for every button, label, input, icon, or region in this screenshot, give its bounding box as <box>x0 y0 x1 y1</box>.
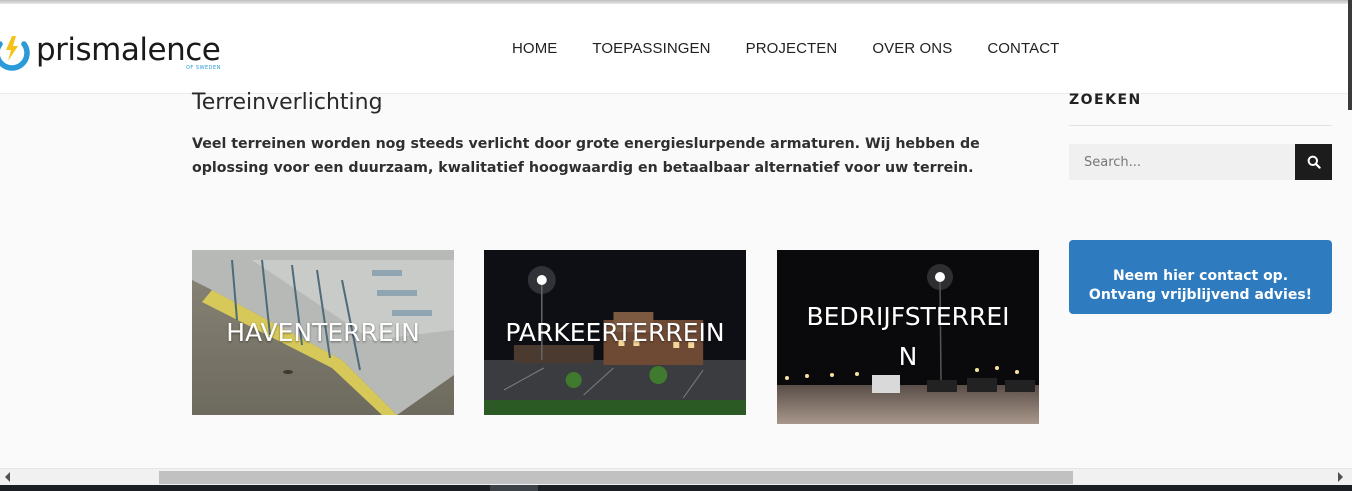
card-label: BEDRIJFSTERREIN <box>806 302 1010 371</box>
logo-tagline: OF SWEDEN <box>186 65 221 71</box>
browser-viewport: prismalence OF SWEDEN HOME TOEPASSINGEN … <box>0 0 1352 491</box>
taskbar-strip <box>0 485 1352 491</box>
prism-logo-icon <box>0 36 30 71</box>
site-logo-link[interactable]: prismalence OF SWEDEN <box>0 32 240 76</box>
card-label: HAVENTERREIN <box>226 317 420 347</box>
search-button[interactable] <box>1295 144 1332 180</box>
site-header: prismalence OF SWEDEN HOME TOEPASSINGEN … <box>0 4 1348 94</box>
arrow-right-icon[interactable] <box>1338 472 1343 482</box>
heading-divider <box>1069 125 1332 126</box>
nav-toepassingen[interactable]: TOEPASSINGEN <box>592 40 710 57</box>
window-right-edge <box>1348 0 1352 110</box>
magnifier-icon <box>1307 155 1321 169</box>
intro-text: Veel terreinen worden nog steeds verlich… <box>192 136 980 176</box>
nav-home[interactable]: HOME <box>512 40 557 57</box>
nav-over-ons[interactable]: OVER ONS <box>872 40 952 57</box>
taskbar-item <box>490 485 538 491</box>
card-bedrijfsterrein[interactable]: BEDRIJFSTERREIN <box>777 250 1039 424</box>
page-title: Terreinverlichting <box>192 90 383 115</box>
card-haventerrein[interactable]: HAVENTERREIN <box>192 250 454 415</box>
card-label: PARKEERTERREIN <box>505 317 725 347</box>
search-heading: ZOEKEN <box>1069 92 1142 108</box>
cta-line-1: Neem hier contact op. <box>1112 268 1289 284</box>
logo-wordmark: prismalence <box>36 32 221 68</box>
search-input[interactable] <box>1069 144 1295 180</box>
main-nav: HOME TOEPASSINGEN PROJECTEN OVER ONS CON… <box>512 40 1059 57</box>
cta-line-2: Ontvang vrijblijvend advies! <box>1088 287 1313 303</box>
horizontal-scrollbar[interactable] <box>0 468 1352 485</box>
card-parkeerterrein[interactable]: PARKEERTERREIN <box>484 250 746 415</box>
scrollbar-thumb[interactable] <box>159 471 1073 484</box>
nav-projecten[interactable]: PROJECTEN <box>746 40 838 57</box>
contact-cta-button[interactable]: Neem hier contact op. Ontvang vrijblijve… <box>1069 240 1332 314</box>
nav-contact[interactable]: CONTACT <box>987 40 1059 57</box>
arrow-left-icon[interactable] <box>5 472 10 482</box>
